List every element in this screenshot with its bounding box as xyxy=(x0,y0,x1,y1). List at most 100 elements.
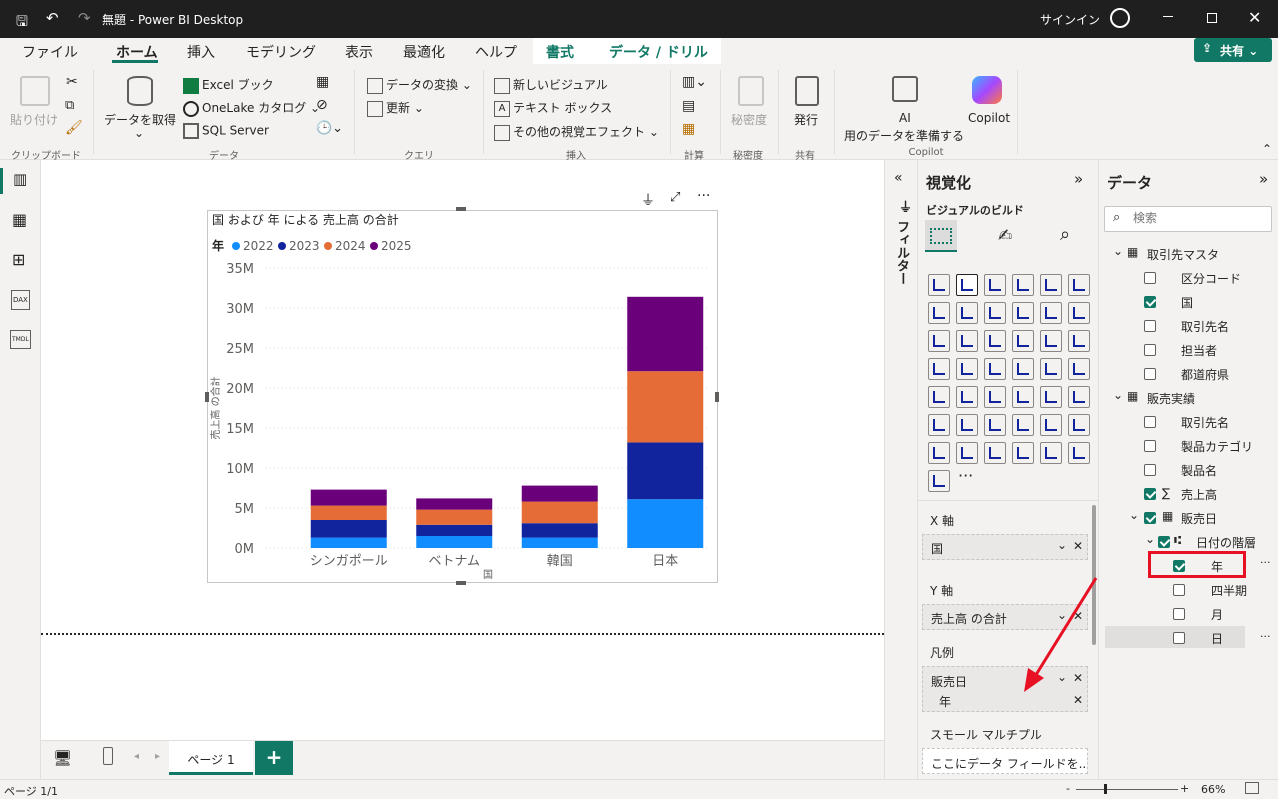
next-page-icon[interactable]: ▸ xyxy=(155,751,160,762)
report-view-icon[interactable]: ▥ xyxy=(13,170,27,188)
table-name[interactable]: 販売実績 xyxy=(1147,390,1195,407)
100-column-visual-icon[interactable] xyxy=(1068,274,1090,296)
shape-map-visual-icon[interactable] xyxy=(1012,358,1034,380)
build-visual-tab[interactable] xyxy=(925,220,957,252)
field-checkbox[interactable] xyxy=(1144,512,1156,524)
table-view-icon[interactable]: ▦ xyxy=(12,210,27,229)
remove-field-icon[interactable]: ✕ xyxy=(1073,539,1083,553)
python-visual-visual-icon[interactable] xyxy=(928,414,950,436)
collapse-viz-icon[interactable]: » xyxy=(1074,170,1083,188)
prev-page-icon[interactable]: ◂ xyxy=(134,751,139,762)
field-name[interactable]: 担当者 xyxy=(1181,342,1217,359)
filled-map-visual-icon[interactable] xyxy=(984,358,1006,380)
small-multiples-well[interactable]: ここにデータ フィールドを... xyxy=(922,748,1088,774)
table-name[interactable]: 取引先マスタ xyxy=(1147,246,1219,263)
dataverse-icon[interactable]: ⊘ xyxy=(316,97,328,113)
hierarchy-name[interactable]: 日付の階層 xyxy=(1196,534,1256,551)
more-options-icon[interactable]: ··· xyxy=(1260,630,1271,643)
analytics-icon[interactable]: ⌕ xyxy=(1060,224,1070,245)
ribbon-visual-icon[interactable] xyxy=(928,330,950,352)
key-influencers-visual-icon[interactable] xyxy=(956,414,978,436)
funnel-visual-icon[interactable] xyxy=(984,330,1006,352)
ai-prepare-button[interactable]: 用のデータを準備する xyxy=(844,127,964,144)
close-icon[interactable]: ✕ xyxy=(1248,8,1261,27)
chart-visual[interactable]: 国 および 年 による 売上高 の合計年 2022 2023 2024 2025 0M 5M… xyxy=(207,210,718,583)
menu-insert[interactable]: 挿入 xyxy=(187,42,215,62)
hierarchy-level[interactable]: 日 xyxy=(1211,630,1223,647)
filter-pane-label[interactable]: フィルター xyxy=(892,220,911,285)
cut-icon[interactable]: ✂ xyxy=(66,74,78,90)
quick-measure-icon[interactable]: ▤ xyxy=(682,98,695,114)
ai-label[interactable]: AI xyxy=(899,111,911,125)
publish-button[interactable]: 発行 xyxy=(794,111,818,128)
copilot-button[interactable]: Copilot xyxy=(968,111,1010,125)
power-automate-visual-icon[interactable] xyxy=(956,442,978,464)
field-checkbox[interactable] xyxy=(1144,488,1156,500)
save-icon[interactable]: 🖫 xyxy=(16,11,28,35)
calc-icon[interactable]: ▦ xyxy=(682,121,695,137)
chevron-down-icon[interactable]: ⌄ xyxy=(1113,388,1123,402)
field-checkbox[interactable] xyxy=(1144,320,1156,332)
resize-handle[interactable] xyxy=(715,392,719,402)
kpi-visual-icon[interactable] xyxy=(956,386,978,408)
zoom-thumb[interactable] xyxy=(1104,784,1107,794)
hierarchy-level[interactable]: 年 xyxy=(1211,558,1223,575)
recent-sources-icon[interactable]: 🕒⌄ xyxy=(316,121,343,136)
more-options-icon[interactable]: ··· xyxy=(697,188,710,204)
avatar-icon[interactable] xyxy=(1110,8,1130,28)
data-search-box[interactable]: ⌕ xyxy=(1104,206,1272,232)
new-measure-icon[interactable]: ▥⌄ xyxy=(682,74,707,90)
more-options-icon[interactable]: ··· xyxy=(1260,556,1271,569)
field-checkbox[interactable] xyxy=(1144,296,1156,308)
azure-map-visual-icon[interactable] xyxy=(1040,358,1062,380)
gauge-visual-icon[interactable] xyxy=(1068,358,1090,380)
filter-pane-collapsed[interactable]: « ⏚ フィルター xyxy=(884,160,917,779)
map-visual-icon[interactable] xyxy=(956,358,978,380)
field-checkbox[interactable] xyxy=(1144,416,1156,428)
field-checkbox[interactable] xyxy=(1173,584,1185,596)
resize-handle[interactable] xyxy=(456,207,466,211)
custom-visual-icon[interactable] xyxy=(1068,442,1090,464)
menu-help[interactable]: ヘルプ xyxy=(475,42,517,62)
field-name[interactable]: 売上高 xyxy=(1181,486,1217,503)
field-checkbox[interactable] xyxy=(1158,536,1170,548)
maximize-icon[interactable] xyxy=(1207,13,1217,23)
refresh-button[interactable]: 更新 ⌄ xyxy=(367,99,424,117)
stacked-bar-visual-icon[interactable] xyxy=(928,274,950,296)
desktop-layout-icon[interactable]: 🖥 xyxy=(53,749,72,767)
power-apps-visual-icon[interactable] xyxy=(928,442,950,464)
line-stacked-column-visual-icon[interactable] xyxy=(1068,302,1090,324)
matrix-visual-icon[interactable] xyxy=(1040,386,1062,408)
field-name[interactable]: 販売日 xyxy=(1181,510,1217,527)
image-visual-icon[interactable] xyxy=(1012,442,1034,464)
decomposition-tree-visual-icon[interactable] xyxy=(984,414,1006,436)
filter-icon[interactable]: ⏚ xyxy=(641,190,655,210)
format-painter-icon[interactable]: 🖌 xyxy=(65,120,83,136)
field-checkbox[interactable] xyxy=(1173,632,1185,644)
menu-modeling[interactable]: モデリング xyxy=(246,42,316,62)
line-column-visual-icon[interactable] xyxy=(1040,302,1062,324)
page-tab[interactable]: ページ 1 xyxy=(169,741,253,775)
chevron-down-icon[interactable]: ⌄ xyxy=(1057,538,1067,552)
search-input[interactable] xyxy=(1133,211,1263,225)
line-visual-icon[interactable] xyxy=(928,302,950,324)
expand-filters-icon[interactable]: « xyxy=(894,170,903,186)
menu-view[interactable]: 表示 xyxy=(345,42,373,62)
treemap-visual-icon[interactable] xyxy=(928,358,950,380)
r-visual-visual-icon[interactable] xyxy=(1068,386,1090,408)
menu-file[interactable]: ファイル xyxy=(22,42,78,62)
field-checkbox[interactable] xyxy=(1144,440,1156,452)
resize-handle[interactable] xyxy=(205,392,209,402)
chevron-down-icon[interactable]: ⌄ xyxy=(1129,508,1139,522)
more-visuals-button[interactable]: その他の視覚エフェクト ⌄ xyxy=(494,123,659,141)
x-axis-well[interactable]: 国 ⌄ ✕ xyxy=(922,534,1088,560)
transform-data-button[interactable]: データの変換 ⌄ xyxy=(367,76,472,94)
card-visual-icon[interactable] xyxy=(928,386,950,408)
clustered-column-visual-icon[interactable] xyxy=(1012,274,1034,296)
dax-query-view-icon[interactable]: DAX xyxy=(11,290,30,310)
tmdl-view-icon[interactable]: TMDL xyxy=(10,330,31,349)
clustered-bar-visual-icon[interactable] xyxy=(984,274,1006,296)
field-name[interactable]: 取引先名 xyxy=(1181,318,1229,335)
field-name[interactable]: 区分コード xyxy=(1181,270,1241,287)
share-button[interactable]: ⇪ 共有 ⌄ xyxy=(1194,38,1272,62)
